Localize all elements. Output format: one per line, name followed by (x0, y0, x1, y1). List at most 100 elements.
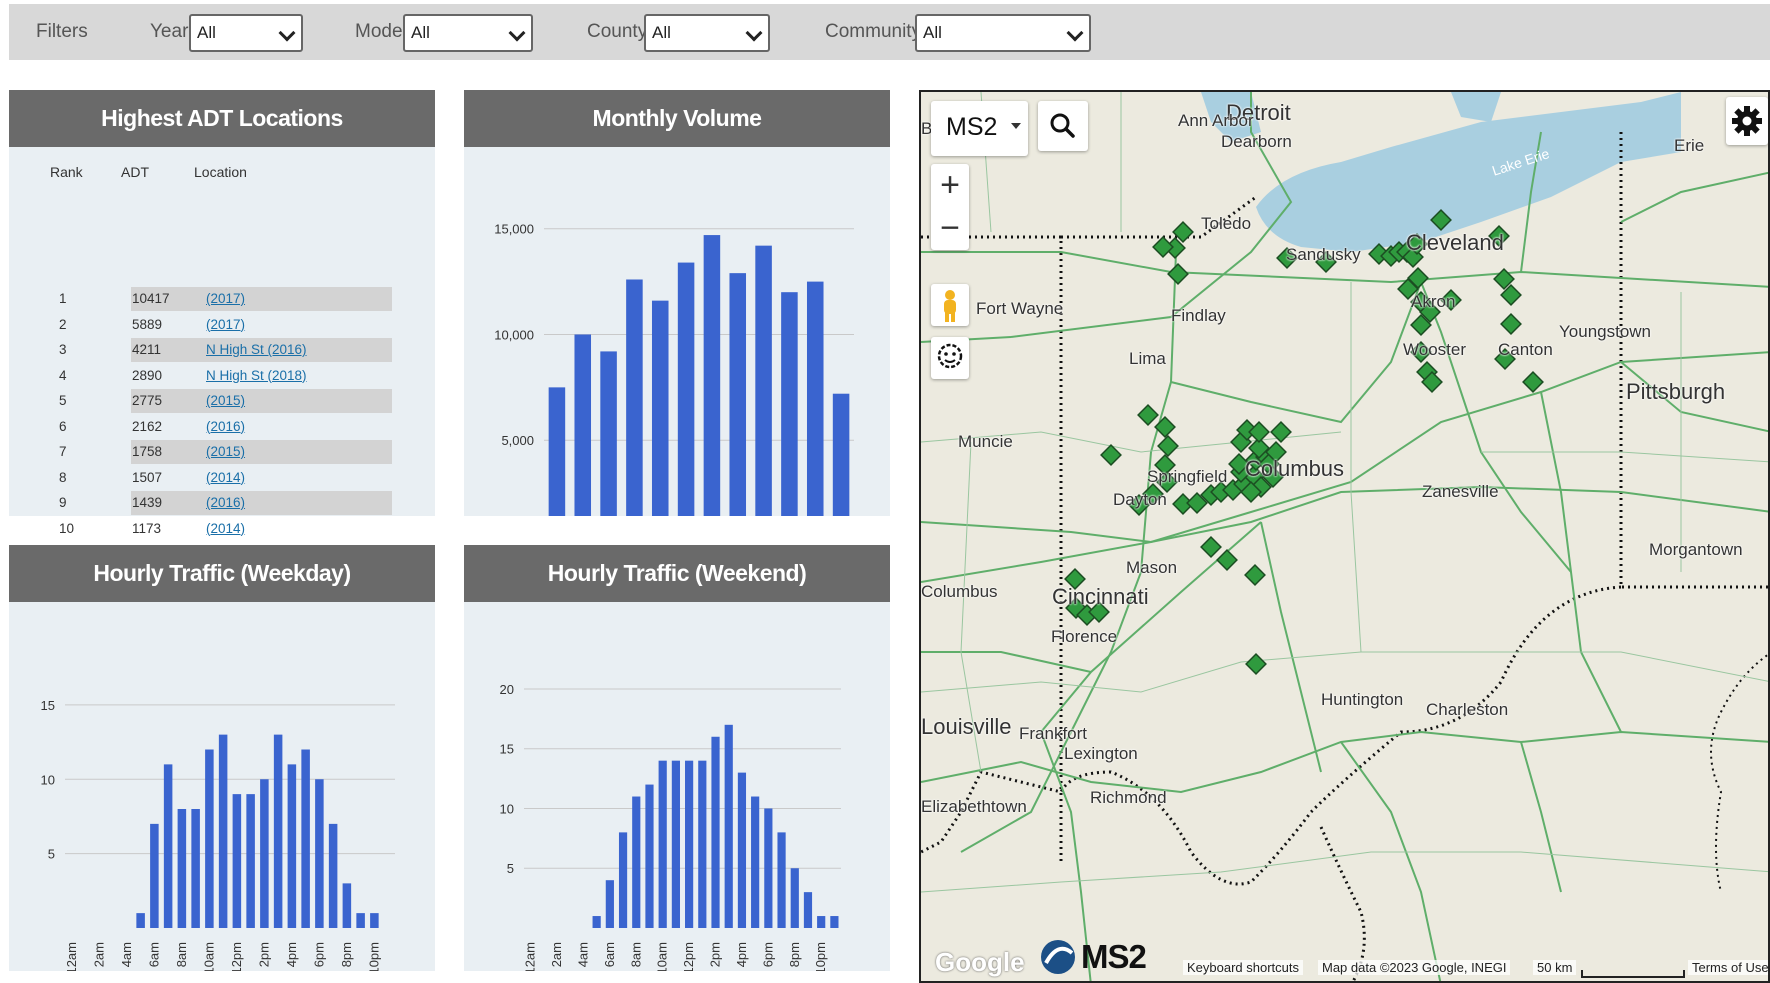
city-label: Morgantown (1649, 540, 1743, 559)
bar-6pm[interactable] (315, 779, 324, 928)
adt-cell: 10417 (132, 291, 170, 306)
count-location-marker[interactable] (1200, 536, 1222, 558)
bar-11am[interactable] (218, 734, 228, 928)
count-location-marker[interactable] (1157, 435, 1179, 457)
bar-Sep[interactable] (755, 245, 772, 516)
count-location-marker[interactable] (1167, 263, 1189, 285)
bar-Apr[interactable] (626, 279, 643, 516)
terms-of-use-link[interactable]: Terms of Use (1688, 960, 1768, 975)
zoom-out-button[interactable]: − (931, 207, 969, 250)
count-location-marker[interactable] (1152, 236, 1174, 258)
rank-cell: 10 (59, 520, 75, 536)
location-link[interactable]: (2014) (206, 517, 245, 541)
map-settings-button[interactable] (1726, 97, 1768, 145)
bar-7am[interactable] (163, 764, 173, 928)
bar-10pm[interactable] (370, 913, 379, 928)
bar-Aug[interactable] (729, 273, 747, 516)
bar-9am[interactable] (645, 784, 654, 928)
bar-12pm[interactable] (232, 794, 242, 928)
city-label: Cincinnati (1052, 584, 1149, 609)
table-row: 9 1439 (2016) (9, 491, 435, 515)
location-link[interactable]: (2016) (206, 415, 245, 439)
bar-10pm[interactable] (817, 916, 826, 928)
bar-5pm[interactable] (751, 796, 760, 928)
count-location-marker[interactable] (1216, 549, 1238, 571)
location-link[interactable]: (2016) (206, 491, 245, 515)
bar-3pm[interactable] (273, 734, 283, 928)
bar-8am[interactable] (177, 809, 187, 928)
bar-4pm[interactable] (287, 764, 297, 928)
location-link[interactable]: (2015) (206, 440, 245, 464)
y-tick-label: 10 (41, 772, 55, 787)
count-location-marker[interactable] (1244, 564, 1266, 586)
count-location-marker[interactable] (1100, 444, 1122, 466)
bar-Oct[interactable] (781, 292, 798, 516)
bar-5am[interactable] (592, 916, 601, 928)
bar-12pm[interactable] (685, 760, 694, 928)
bar-7pm[interactable] (777, 832, 786, 928)
location-link[interactable]: (2015) (206, 389, 245, 413)
x-tick-label: 12am (64, 942, 79, 971)
location-link[interactable]: (2014) (206, 466, 245, 490)
count-location-marker[interactable] (1245, 653, 1267, 675)
bar-7am[interactable] (618, 832, 628, 928)
bar-9am[interactable] (191, 809, 200, 928)
mode-filter-select[interactable]: All (403, 14, 533, 52)
filter-bar: Filters Year All Mode All County All Com… (9, 4, 1770, 60)
bar-Nov[interactable] (806, 281, 824, 516)
count-location-marker[interactable] (1154, 416, 1176, 438)
bar-Jan[interactable] (548, 387, 566, 516)
bar-11am[interactable] (671, 760, 680, 928)
bar-Jun[interactable] (677, 262, 695, 516)
location-link[interactable]: N High St (2018) (206, 364, 307, 388)
bar-8am[interactable] (632, 796, 641, 928)
bar-6pm[interactable] (764, 808, 773, 928)
count-location-marker[interactable] (1522, 371, 1544, 393)
map-basemap[interactable] (921, 92, 1770, 983)
location-link[interactable]: (2017) (206, 287, 245, 311)
bar-6am[interactable] (150, 823, 159, 928)
zoom-in-button[interactable]: + (931, 164, 969, 207)
year-filter-select[interactable]: All (189, 14, 303, 52)
street-view-pegman[interactable] (931, 284, 969, 326)
bar-9pm[interactable] (356, 913, 365, 928)
x-tick-label: 2pm (256, 942, 271, 967)
bar-8pm[interactable] (790, 868, 799, 928)
bar-Feb[interactable] (574, 334, 592, 516)
city-label: Columbus (1245, 456, 1345, 481)
bar-9pm[interactable] (803, 892, 813, 928)
city-label: Cleveland (1406, 230, 1504, 255)
bar-4pm[interactable] (737, 772, 747, 928)
bar-3pm[interactable] (724, 724, 733, 928)
bar-1pm[interactable] (246, 794, 255, 928)
lasso-select-button[interactable] (931, 337, 969, 379)
location-link[interactable]: (2017) (206, 313, 245, 337)
bar-2pm[interactable] (260, 779, 269, 928)
basemap-selector[interactable]: MS2 (931, 101, 1028, 156)
bar-8pm[interactable] (342, 883, 352, 928)
bar-Mar[interactable] (600, 351, 617, 516)
bar-2pm[interactable] (711, 736, 720, 928)
county-filter-select[interactable]: All (644, 14, 770, 52)
bar-10am[interactable] (658, 760, 667, 928)
bar-1pm[interactable] (698, 760, 707, 928)
map-search-button[interactable] (1038, 101, 1088, 151)
location-link[interactable]: N High St (2016) (206, 338, 307, 362)
bar-6am[interactable] (605, 880, 614, 928)
bar-5pm[interactable] (301, 749, 310, 929)
keyboard-shortcuts-link[interactable]: Keyboard shortcuts (1183, 960, 1304, 975)
community-filter-select[interactable]: All (915, 14, 1091, 52)
bar-10am[interactable] (205, 749, 214, 929)
y-tick-label: 15 (500, 742, 514, 757)
adt-cell: 1507 (132, 469, 163, 485)
map-view[interactable]: DetroitAnn ArborDearbornBattle CreekTole… (919, 90, 1770, 983)
count-location-marker[interactable] (1137, 404, 1159, 426)
bar-Jul[interactable] (703, 235, 721, 516)
bar-7pm[interactable] (328, 823, 338, 928)
table-row: 5 2775 (2015) (9, 389, 435, 413)
bar-5am[interactable] (136, 913, 145, 928)
count-location-marker[interactable] (1500, 313, 1522, 335)
bar-Dec[interactable] (832, 393, 850, 516)
bar-11pm[interactable] (830, 916, 839, 928)
bar-May[interactable] (651, 300, 669, 516)
